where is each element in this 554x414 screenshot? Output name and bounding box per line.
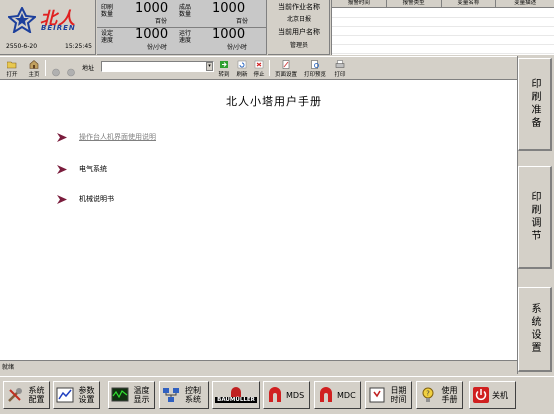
baumuller-logo-icon xyxy=(231,387,241,397)
shutdown-button[interactable]: 关机 xyxy=(469,381,516,409)
finished-qty-label: 成品 数量 xyxy=(179,4,192,18)
job-user-panel: 当前作业名称 北京日报 当前用户名称 管理员 xyxy=(268,0,330,55)
job-name-value: 北京日报 xyxy=(286,16,311,23)
home-button[interactable]: 主页 xyxy=(26,59,42,78)
address-label: 地址 xyxy=(82,65,95,72)
calendar-icon xyxy=(368,386,386,404)
manual-link-electrical[interactable]: 电气系统 xyxy=(57,164,107,174)
system-config-button[interactable]: 系统 配置 xyxy=(3,381,50,409)
toolbar-separator xyxy=(45,60,46,76)
help-bulb-icon: ? xyxy=(419,386,437,404)
print-preview-button[interactable]: 打印预览 xyxy=(302,59,328,78)
datetime: 2550-6-20 15:25:45 xyxy=(6,43,92,50)
param-chart-icon xyxy=(56,386,74,404)
run-speed-unit: 份/小时 xyxy=(227,44,248,51)
monitor-wave-icon xyxy=(111,386,129,404)
alarm-col-var-desc[interactable]: 变量描述 xyxy=(496,0,554,7)
forward-button[interactable] xyxy=(65,59,77,78)
network-icon xyxy=(162,386,180,404)
print-button[interactable]: 打印 xyxy=(332,59,348,78)
alarm-col-time[interactable]: 报警时间 xyxy=(332,0,387,7)
address-input[interactable] xyxy=(101,61,214,72)
back-disabled-icon xyxy=(52,68,60,77)
refresh-icon xyxy=(237,60,247,69)
time-text: 15:25:45 xyxy=(65,43,92,50)
baumuller-button[interactable]: BAUMÜLLER xyxy=(212,381,260,409)
control-system-button[interactable]: 控制 系统 xyxy=(159,381,209,409)
user-manual-button[interactable]: ? 使用 手册 xyxy=(416,381,463,409)
status-text: 就绪 xyxy=(2,364,15,371)
stop-button[interactable]: 停止 xyxy=(251,59,267,78)
tools-icon xyxy=(6,386,24,404)
svg-text:?: ? xyxy=(426,390,430,398)
print-qty-unit: 百份 xyxy=(155,18,168,25)
power-icon xyxy=(472,386,490,404)
finished-qty-value: 1000 xyxy=(212,1,246,16)
status-bar: 就绪 xyxy=(0,360,518,371)
mds-button[interactable]: MDS xyxy=(263,381,310,409)
page-setup-button[interactable]: 页面设置 xyxy=(273,59,299,78)
page-setup-icon xyxy=(282,60,290,69)
toolbar-separator xyxy=(269,60,270,76)
mdc-button[interactable]: MDC xyxy=(314,381,361,409)
folder-open-icon xyxy=(7,61,17,69)
param-settings-button[interactable]: 参数 设置 xyxy=(53,381,100,409)
chevron-down-icon: ▾ xyxy=(208,63,211,69)
mds-logo-icon xyxy=(266,386,284,404)
open-button[interactable]: 打开 xyxy=(4,59,20,78)
date-text: 2550-6-20 xyxy=(6,43,38,50)
logo-en-text: BEIREN xyxy=(41,24,76,32)
mdc-logo-icon xyxy=(317,386,335,404)
print-qty-label: 印刷 数量 xyxy=(101,4,114,18)
print-adjust-button[interactable]: 印刷调节 xyxy=(518,166,552,269)
back-button[interactable] xyxy=(50,59,62,78)
system-settings-button[interactable]: 系统设置 xyxy=(518,287,552,372)
temperature-display-button[interactable]: 温度 显示 xyxy=(108,381,155,409)
refresh-button[interactable]: 刷新 xyxy=(234,59,250,78)
set-speed-label: 设定 速度 xyxy=(101,30,114,44)
link-arrow-icon xyxy=(57,194,67,204)
counters-panel: 印刷 数量 1000 百份 成品 数量 1000 百份 设定 速度 1000 份/小时… xyxy=(97,0,267,55)
run-speed-label: 运行 速度 xyxy=(179,30,192,44)
set-speed-unit: 份/小时 xyxy=(147,44,168,51)
home-icon xyxy=(29,60,39,69)
user-name-value: 管理员 xyxy=(289,42,308,49)
link-arrow-icon xyxy=(57,132,67,142)
forward-disabled-icon xyxy=(67,68,75,77)
logo: 北人 BEIREN xyxy=(8,4,90,36)
set-speed-value: 1000 xyxy=(135,27,169,42)
print-qty-value: 1000 xyxy=(135,1,169,16)
content-area: 北人小塔用户手册 操作台人机界面使用说明 电气系统 机械说明书 xyxy=(0,80,518,360)
user-name-label: 当前用户名称 xyxy=(278,28,320,36)
manual-link-mechanical[interactable]: 机械说明书 xyxy=(57,194,114,204)
link-arrow-icon xyxy=(57,164,67,174)
alarm-col-type[interactable]: 报警类型 xyxy=(387,0,442,7)
alarm-col-var-name[interactable]: 变量名称 xyxy=(442,0,497,7)
alarm-table[interactable]: 报警时间 报警类型 变量名称 变量描述 xyxy=(331,0,554,55)
beiren-logo-icon xyxy=(8,7,36,33)
alarm-table-header: 报警时间 报警类型 变量名称 变量描述 xyxy=(332,0,554,8)
goto-arrow-icon xyxy=(220,61,228,68)
goto-button[interactable]: 转到 xyxy=(216,59,232,78)
run-speed-value: 1000 xyxy=(212,27,246,42)
manual-link-hmi[interactable]: 操作台人机界面使用说明 xyxy=(57,132,156,142)
printer-icon xyxy=(335,60,345,68)
print-preview-icon xyxy=(311,60,319,69)
date-time-button[interactable]: 日期 时间 xyxy=(365,381,412,409)
page-title: 北人小塔用户手册 xyxy=(226,95,322,108)
address-dropdown-button[interactable]: ▾ xyxy=(206,62,213,71)
stop-icon xyxy=(254,60,264,69)
print-prepare-button[interactable]: 印刷准备 xyxy=(518,58,552,151)
job-name-label: 当前作业名称 xyxy=(278,3,320,11)
logo-panel: 北人 BEIREN 2550-6-20 15:25:45 xyxy=(0,0,96,55)
alarm-table-rows xyxy=(332,9,554,55)
finished-qty-unit: 百份 xyxy=(236,18,249,25)
